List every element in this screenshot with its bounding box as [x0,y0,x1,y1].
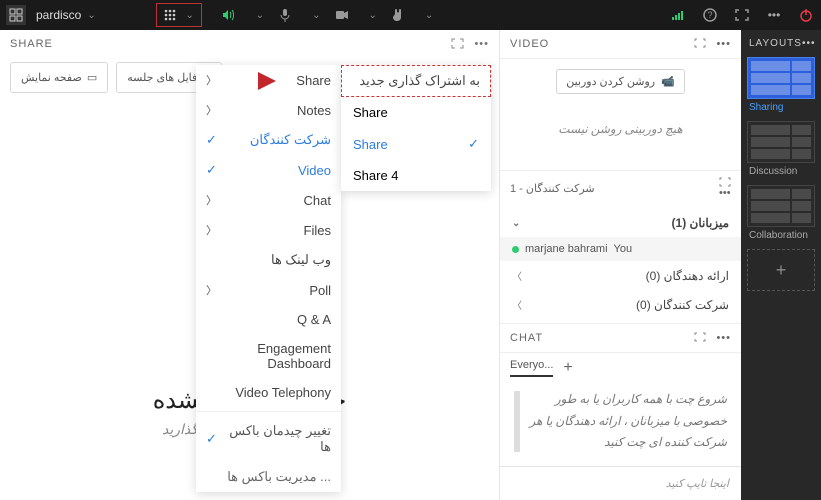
chevron-right-icon: 〉 [512,297,522,312]
pods-dropdown: 〉Share 〉Notes ✓شرکت کنندگان ✓Video 〉Chat… [196,65,341,492]
layout-collaboration[interactable]: Collaboration [747,185,815,241]
menu-item-telephony[interactable]: Video Telephony [196,378,341,407]
chevron-down-icon[interactable]: ⌄ [425,10,433,21]
chat-tab-everyone[interactable]: Everyo... [510,359,553,377]
app-logo[interactable] [6,5,26,25]
tab-screen[interactable]: ▭صفحه نمایش [10,62,108,93]
signal-icon[interactable] [669,9,687,21]
chevron-down-icon: ⌄ [512,218,520,229]
speaker-icon[interactable] [220,9,238,21]
fullscreen-icon[interactable] [694,38,706,50]
submenu-item[interactable]: Share✓ [341,128,491,160]
attendees-participants-group[interactable]: شرکت کنندگان (0)〉 [500,290,741,319]
video-empty-message: هیچ دوربینی روشن نیست [510,122,731,137]
chat-input[interactable]: اینجا تایپ کنید [500,466,741,500]
menu-item-notes[interactable]: 〉Notes [196,95,341,125]
raise-hand-icon[interactable] [389,8,407,22]
camera-icon: 📹 [661,75,675,88]
more-icon[interactable]: ••• [716,38,731,50]
menu-item-reset-layout[interactable]: ✓تغییر چیدمان باکس ها [196,416,341,462]
menu-item-manage-pods[interactable]: مدیریت باکس ها ... [196,462,341,492]
attendees-hosts-group[interactable]: میزبانان (1)⌄ [500,209,741,237]
start-camera-button[interactable]: 📹روشن کردن دوربین [556,69,685,94]
submenu-new-share[interactable]: به اشتراک گذاری جدید [341,65,491,97]
fullscreen-icon[interactable] [719,177,731,187]
check-icon: ✓ [468,136,479,152]
chat-empty-message: شروع چت با همه کاربران یا به طور خصوصی ب… [500,377,741,466]
share-header: SHARE [10,38,53,50]
menu-item-poll[interactable]: 〉Poll [196,275,341,305]
menu-item-video[interactable]: ✓Video [196,155,341,185]
help-icon[interactable]: ? [701,8,719,22]
menu-item-chat[interactable]: 〉Chat [196,185,341,215]
app-name[interactable]: pardisco [36,8,81,22]
chat-header: CHAT [510,332,543,344]
menu-item-qa[interactable]: Q & A [196,305,341,334]
menu-item-engagement[interactable]: Engagement Dashboard [196,334,341,378]
more-icon[interactable]: ••• [802,38,816,49]
chevron-down-icon[interactable]: ⌄ [87,10,95,21]
status-dot-icon [512,246,519,253]
submenu-item[interactable]: Share [341,97,491,128]
svg-text:?: ? [707,10,712,20]
layouts-header: LAYOUTS [749,38,802,49]
layout-sharing[interactable]: Sharing [747,57,815,113]
attendees-title: شرکت کنندگان [526,183,595,195]
menu-item-weblinks[interactable]: وب لینک ها [196,245,341,275]
attendees-presenters-group[interactable]: ارائه دهندگان (0)〉 [500,261,741,290]
add-tab-button[interactable]: + [563,359,572,377]
menu-item-files[interactable]: 〉Files [196,215,341,245]
more-icon[interactable]: ••• [716,332,731,344]
chevron-down-icon[interactable]: ⌄ [312,10,320,21]
screen-icon: ▭ [87,71,97,84]
layout-discussion[interactable]: Discussion [747,121,815,177]
pods-menu-button[interactable]: ⌄ [156,3,202,27]
chevron-right-icon: 〉 [512,268,522,283]
chevron-down-icon[interactable]: ⌄ [256,10,264,21]
chevron-down-icon[interactable]: ⌄ [369,10,377,21]
fullscreen-icon[interactable] [694,332,706,344]
video-header: VIDEO [510,38,549,50]
menu-item-attendees[interactable]: ✓شرکت کنندگان [196,125,341,155]
arrow-indicator-icon [258,72,276,90]
more-icon[interactable]: ••• [719,187,731,199]
camera-icon[interactable] [333,10,351,20]
more-icon[interactable]: ••• [474,38,489,50]
add-layout-button[interactable]: + [747,249,815,291]
microphone-icon[interactable] [276,8,294,22]
share-submenu: به اشتراک گذاری جدید Share Share✓ Share … [341,65,491,191]
fullscreen-icon[interactable] [733,9,751,21]
more-icon[interactable]: ••• [765,8,783,22]
fullscreen-icon[interactable] [451,38,464,50]
submenu-item[interactable]: Share 4 [341,160,491,191]
attendee-row[interactable]: marjane bahrami You [500,237,741,261]
power-icon[interactable] [797,8,815,22]
